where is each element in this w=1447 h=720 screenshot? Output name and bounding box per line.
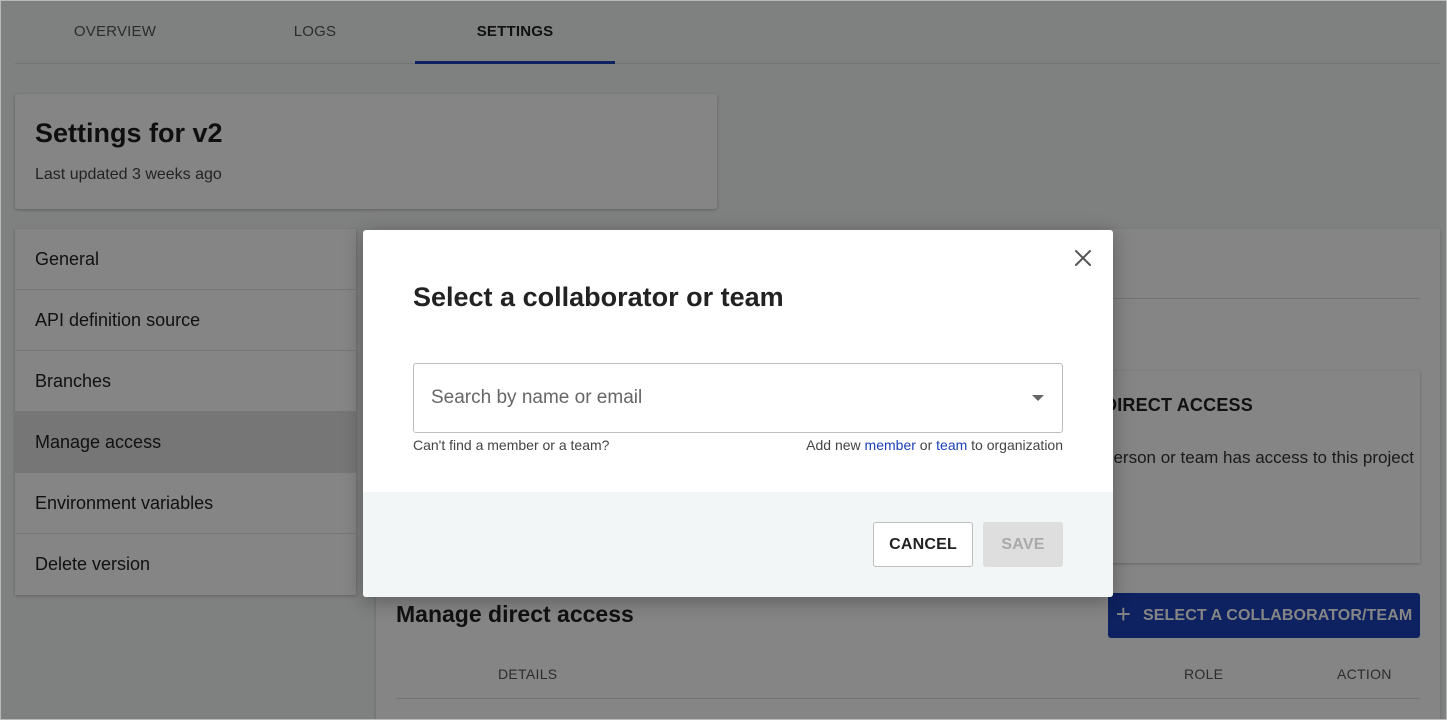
chevron-down-icon[interactable] <box>1032 395 1044 401</box>
add-member-link[interactable]: member <box>865 437 916 453</box>
close-icon <box>1075 250 1091 266</box>
dialog-footer: CANCEL SAVE <box>363 492 1113 597</box>
collaborator-search-select[interactable] <box>413 363 1063 433</box>
app-window: OVERVIEW LOGS SETTINGS Settings for v2 L… <box>0 0 1447 720</box>
search-input[interactable] <box>431 364 1021 432</box>
help-or: or <box>919 437 933 453</box>
save-button[interactable]: SAVE <box>983 522 1063 567</box>
close-button[interactable] <box>1069 244 1097 272</box>
add-team-link[interactable]: team <box>936 437 967 453</box>
help-suffix: to organization <box>971 437 1063 453</box>
help-text-cant-find: Can't find a member or a team? <box>413 437 610 453</box>
help-prefix: Add new <box>806 437 861 453</box>
dialog-title: Select a collaborator or team <box>413 282 784 312</box>
select-collaborator-dialog: Select a collaborator or team Can't find… <box>363 230 1113 597</box>
help-text-add-new: Add new member or team to organization <box>806 437 1063 453</box>
cancel-button[interactable]: CANCEL <box>873 522 973 567</box>
